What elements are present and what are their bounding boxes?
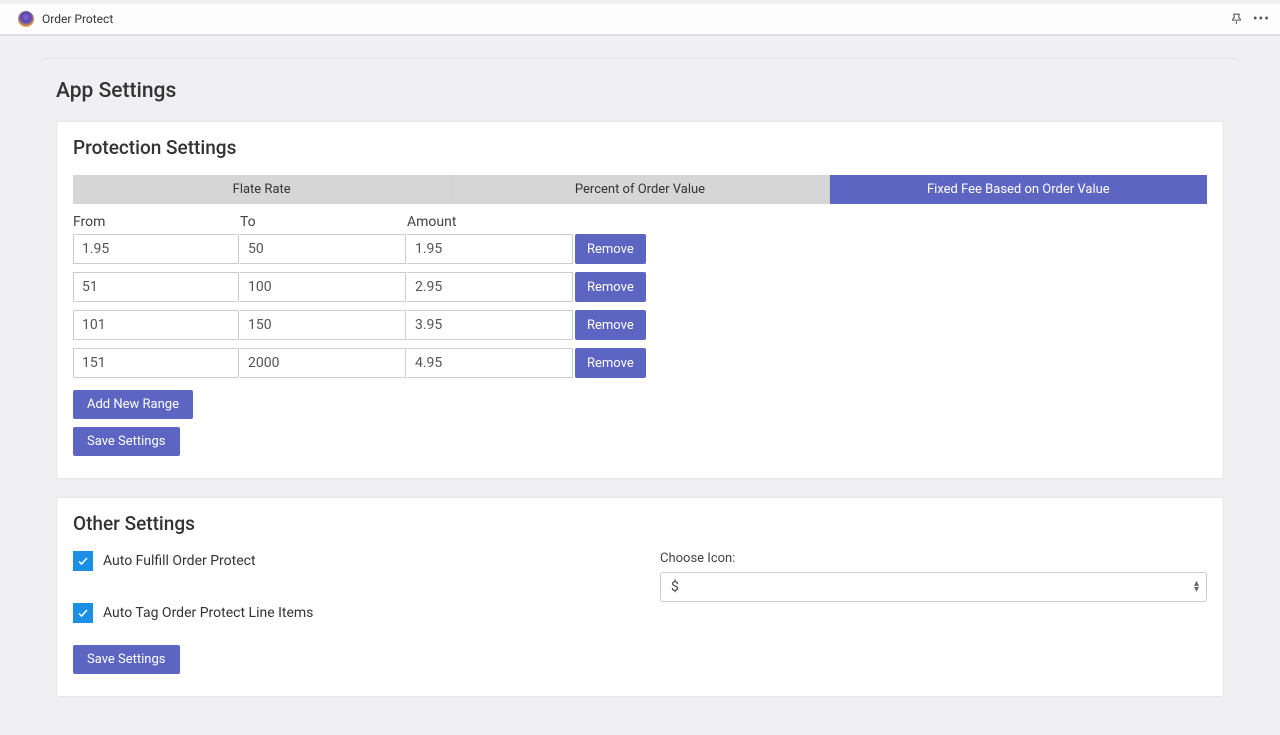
table-row: Remove xyxy=(73,234,1207,264)
tab-flat-rate[interactable]: Flate Rate xyxy=(73,175,451,204)
auto-tag-checkbox[interactable] xyxy=(73,603,93,623)
from-input[interactable] xyxy=(73,234,239,264)
table-row: Remove xyxy=(73,348,1207,378)
col-amount-label: Amount xyxy=(407,214,573,230)
choose-icon-input[interactable] xyxy=(660,572,1207,602)
to-input[interactable] xyxy=(240,310,406,340)
from-input[interactable] xyxy=(73,272,239,302)
amount-input[interactable] xyxy=(407,272,573,302)
other-settings-card: Other Settings Auto Fulfill Order Protec… xyxy=(56,497,1224,697)
protection-settings-card: Protection Settings Flate Rate Percent o… xyxy=(56,121,1224,479)
auto-fulfill-row: Auto Fulfill Order Protect xyxy=(73,551,620,571)
range-column-headers: From To Amount xyxy=(73,214,1207,230)
page-title: App Settings xyxy=(56,79,1224,103)
to-input[interactable] xyxy=(240,272,406,302)
auto-fulfill-checkbox[interactable] xyxy=(73,551,93,571)
browser-tab-bar: Order Protect ••• xyxy=(0,3,1280,35)
save-other-settings-button[interactable]: Save Settings xyxy=(73,645,180,674)
auto-tag-label: Auto Tag Order Protect Line Items xyxy=(103,605,313,621)
range-rows: Remove Remove Remove xyxy=(73,234,1207,378)
auto-tag-row: Auto Tag Order Protect Line Items xyxy=(73,603,620,623)
to-input[interactable] xyxy=(240,348,406,378)
amount-input[interactable] xyxy=(407,310,573,340)
tab-fixed-fee[interactable]: Fixed Fee Based on Order Value xyxy=(830,175,1207,204)
table-row: Remove xyxy=(73,272,1207,302)
from-input[interactable] xyxy=(73,348,239,378)
save-settings-button[interactable]: Save Settings xyxy=(73,427,180,456)
tab-actions: ••• xyxy=(1230,10,1280,29)
tab-percent-order[interactable]: Percent of Order Value xyxy=(451,175,829,204)
remove-button[interactable]: Remove xyxy=(575,234,646,264)
auto-fulfill-label: Auto Fulfill Order Protect xyxy=(103,553,256,569)
col-to-label: To xyxy=(240,214,406,230)
choose-icon-label: Choose Icon: xyxy=(660,551,1207,566)
amount-input[interactable] xyxy=(407,234,573,264)
from-input[interactable] xyxy=(73,310,239,340)
card-title-other: Other Settings xyxy=(73,512,1207,535)
remove-button[interactable]: Remove xyxy=(575,348,646,378)
pin-icon[interactable] xyxy=(1230,10,1243,29)
tab-title: Order Protect xyxy=(42,12,113,26)
card-title-protection: Protection Settings xyxy=(73,136,1207,159)
more-icon[interactable]: ••• xyxy=(1253,11,1270,27)
remove-button[interactable]: Remove xyxy=(575,272,646,302)
amount-input[interactable] xyxy=(407,348,573,378)
rate-type-tabs: Flate Rate Percent of Order Value Fixed … xyxy=(73,175,1207,204)
add-range-button[interactable]: Add New Range xyxy=(73,390,193,419)
remove-button[interactable]: Remove xyxy=(575,310,646,340)
to-input[interactable] xyxy=(240,234,406,264)
table-row: Remove xyxy=(73,310,1207,340)
firefox-icon xyxy=(18,11,34,27)
col-from-label: From xyxy=(73,214,239,230)
choose-icon-select[interactable]: ▴▾ xyxy=(660,572,1207,602)
chevron-updown-icon: ▴▾ xyxy=(1194,581,1199,593)
